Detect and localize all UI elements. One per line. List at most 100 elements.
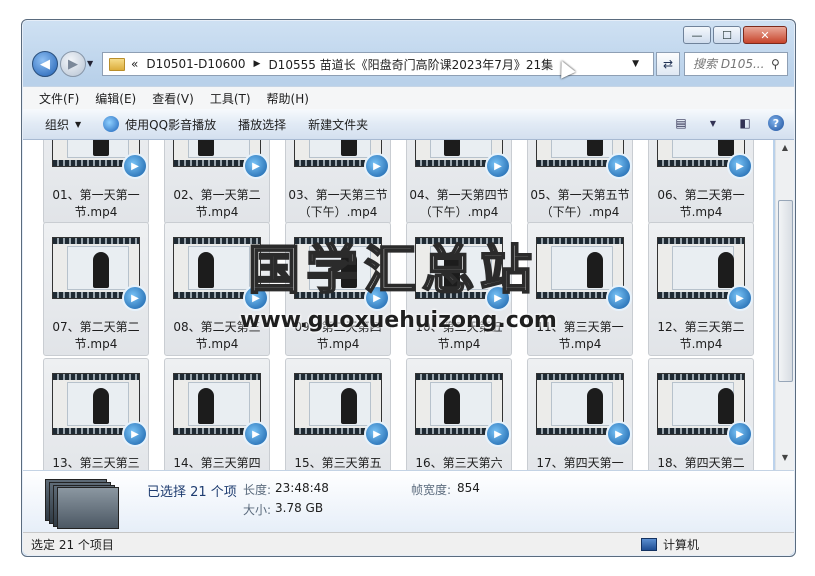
video-file-icon: ▶ <box>364 421 390 447</box>
video-file-icon: ▶ <box>485 421 511 447</box>
file-name: 07、第二天第二节.mp4 <box>52 320 140 351</box>
computer-icon <box>641 537 657 551</box>
file-tile[interactable]: ▶ 04、第一天第四节（下午）.mp4 <box>406 140 512 224</box>
close-button[interactable]: ✕ <box>743 26 787 44</box>
file-list: ▶ 01、第一天第一节.mp4 ▶ 02、第一天第二节.mp4 ▶ 03、第一天第三节（下… <box>23 140 773 470</box>
file-tile[interactable]: ▶ 18、第四天第二节.mp4 <box>648 358 754 470</box>
search-box[interactable]: ⚲ <box>684 52 788 76</box>
file-tile[interactable]: ▶ 03、第一天第三节（下午）.mp4 <box>285 140 391 224</box>
file-tile[interactable]: ▶ 06、第二天第一节.mp4 <box>648 140 754 224</box>
file-tile[interactable]: ▶ 16、第三天第六节.mp4 <box>406 358 512 470</box>
toolbar-right: ▤ ▼ ◧ ? <box>672 114 784 132</box>
status-selection-text: 选定 21 个项目 <box>31 537 114 552</box>
folder-icon <box>109 57 125 71</box>
breadcrumb-separator-icon[interactable]: ▶ <box>254 59 261 69</box>
video-file-icon: ▶ <box>727 153 753 179</box>
refresh-button[interactable]: ⇄ <box>656 52 680 76</box>
breadcrumb-item-current[interactable]: D10555 苗道长《阳盘奇门高阶课2023年7月》21集 <box>268 56 553 73</box>
menu-tools[interactable]: 工具(T) <box>210 90 251 107</box>
breadcrumb-overflow[interactable]: « <box>131 57 138 71</box>
menu-file[interactable]: 文件(F) <box>39 90 79 107</box>
file-tile[interactable]: ▶ 02、第一天第二节.mp4 <box>164 140 270 224</box>
organize-button[interactable]: 组织 ▼ <box>45 116 81 133</box>
qq-player-icon <box>103 116 120 132</box>
file-tile[interactable]: ▶ 17、第四天第一节.mp4 <box>527 358 633 470</box>
menu-view[interactable]: 查看(V) <box>152 90 194 107</box>
watermark-title: 国学汇总站 <box>247 240 539 302</box>
file-name: 01、第一天第一节.mp4 <box>52 188 140 219</box>
play-selection-button[interactable]: 播放选择 <box>238 116 286 133</box>
organize-label: 组织 <box>45 117 70 132</box>
length-label: 长度: <box>243 483 272 497</box>
watermark-url: www.guoxuehuizong.com <box>240 308 557 333</box>
file-name: 06、第二天第一节.mp4 <box>657 188 745 219</box>
video-file-icon: ▶ <box>122 421 148 447</box>
address-dropdown-icon[interactable]: ▼ <box>632 59 639 69</box>
qq-play-label: 使用QQ影音播放 <box>125 117 217 132</box>
file-tile[interactable]: ▶ 11、第三天第一节.mp4 <box>527 222 633 356</box>
file-name: 12、第三天第二节.mp4 <box>657 320 745 351</box>
file-name: 17、第四天第一节.mp4 <box>536 456 624 470</box>
qq-play-button[interactable]: 使用QQ影音播放 <box>103 116 216 133</box>
frame-width-label: 帧宽度: <box>411 483 452 497</box>
refresh-icon: ⇄ <box>662 57 674 71</box>
file-name: 04、第一天第四节（下午）.mp4 <box>409 188 509 219</box>
navigation-bar: ◀ ▶ ▼ « D10501-D10600 ▶ D10555 苗道长《阳盘奇门高… <box>30 48 788 80</box>
menu-bar: 文件(F) 编辑(E) 查看(V) 工具(T) 帮助(H) <box>23 86 794 109</box>
status-computer-label: 计算机 <box>663 537 700 552</box>
vertical-scrollbar[interactable]: ▲ ▼ <box>775 140 794 470</box>
length-value: 23:48:48 <box>275 481 329 495</box>
new-folder-button[interactable]: 新建文件夹 <box>308 116 368 133</box>
view-options-dropdown-icon[interactable]: ▼ <box>704 114 722 132</box>
video-file-icon: ▶ <box>364 153 390 179</box>
file-name: 13、第三天第三节.mp4 <box>52 456 140 470</box>
selected-count: 已选择 21 个项 <box>147 485 237 500</box>
minimize-button[interactable]: — <box>683 26 711 44</box>
file-name: 16、第三天第六节.mp4 <box>415 456 503 470</box>
video-file-icon: ▶ <box>606 285 632 311</box>
scroll-down-icon[interactable]: ▼ <box>778 453 792 467</box>
file-name: 18、第四天第二节.mp4 <box>657 456 745 470</box>
file-name: 03、第一天第三节（下午）.mp4 <box>288 188 388 219</box>
file-name: 02、第一天第二节.mp4 <box>173 188 261 219</box>
video-file-icon: ▶ <box>606 153 632 179</box>
video-file-icon: ▶ <box>122 285 148 311</box>
help-icon[interactable]: ? <box>768 115 784 131</box>
frame-width-value: 854 <box>457 481 480 495</box>
file-name: 15、第三天第五节.mp4 <box>294 456 382 470</box>
video-file-icon: ▶ <box>727 285 753 311</box>
file-tile[interactable]: ▶ 07、第二天第二节.mp4 <box>43 222 149 356</box>
selection-thumbnail-stack <box>45 479 121 529</box>
file-tile[interactable]: ▶ 15、第三天第五节.mp4 <box>285 358 391 470</box>
file-name: 05、第一天第五节（下午）.mp4 <box>530 188 630 219</box>
forward-arrow-icon[interactable]: ▶ <box>60 51 86 77</box>
menu-edit[interactable]: 编辑(E) <box>95 90 136 107</box>
file-tile[interactable]: ▶ 14、第三天第四节.mp4 <box>164 358 270 470</box>
file-tile[interactable]: ▶ 05、第一天第五节（下午）.mp4 <box>527 140 633 224</box>
video-file-icon: ▶ <box>727 421 753 447</box>
video-file-icon: ▶ <box>485 153 511 179</box>
maximize-button[interactable]: ☐ <box>713 26 741 44</box>
video-file-icon: ▶ <box>606 421 632 447</box>
file-tile[interactable]: ▶ 12、第三天第二节.mp4 <box>648 222 754 356</box>
chevron-down-icon: ▼ <box>75 119 82 129</box>
file-tile[interactable]: ▶ 13、第三天第三节.mp4 <box>43 358 149 470</box>
size-value: 3.78 GB <box>275 501 324 515</box>
breadcrumb-item-parent[interactable]: D10501-D10600 <box>146 57 245 71</box>
size-label: 大小: <box>243 503 272 517</box>
caption-buttons: — ☐ ✕ <box>683 26 787 44</box>
change-view-icon[interactable]: ▤ <box>672 114 690 132</box>
scrollbar-thumb[interactable] <box>778 200 793 382</box>
preview-pane-icon[interactable]: ◧ <box>736 114 754 132</box>
scroll-up-icon[interactable]: ▲ <box>778 143 792 157</box>
video-file-icon: ▶ <box>122 153 148 179</box>
file-name: 14、第三天第四节.mp4 <box>173 456 261 470</box>
menu-help[interactable]: 帮助(H) <box>267 90 309 107</box>
file-tile[interactable]: ▶ 01、第一天第一节.mp4 <box>43 140 149 224</box>
search-input[interactable] <box>691 56 771 72</box>
video-file-icon: ▶ <box>243 153 269 179</box>
details-pane: 已选择 21 个项 长度: 23:48:48 大小: 3.78 GB 帧宽度: … <box>23 470 794 533</box>
search-icon[interactable]: ⚲ <box>771 57 780 71</box>
recent-pages-dropdown-icon[interactable]: ▼ <box>87 59 93 68</box>
back-arrow-icon[interactable]: ◀ <box>32 51 58 77</box>
